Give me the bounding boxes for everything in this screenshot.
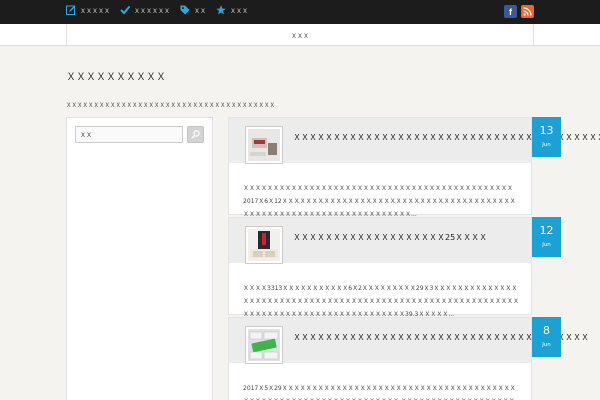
post-date-day: 12 bbox=[539, 224, 554, 237]
post-title[interactable]: ＸＸＸＸＸＸＸＸＸＸＸＸＸＸＸＸＸＸＸ25ＸＸＸＸ bbox=[293, 232, 487, 243]
thumbnail-image bbox=[248, 129, 280, 161]
post-date-badge: 8 Jun bbox=[532, 317, 561, 357]
top-bar: ＸＸＸＸＸ ＸＸＸＸＸＸ ＸＸ ＸＸＸ f bbox=[0, 0, 600, 24]
main-menu-bar: ＸＸＸ bbox=[0, 24, 600, 46]
social-links: f bbox=[504, 5, 534, 18]
tag-icon bbox=[180, 5, 190, 15]
search-button[interactable] bbox=[187, 126, 204, 143]
edit-icon bbox=[66, 5, 76, 15]
post-thumbnail[interactable] bbox=[245, 326, 283, 364]
post-card: ＸＸＸＸＸＸＸＸＸＸＸＸＸＸＸＸＸＸＸＸＸＸＸＸＸＸＸＸＸＸＸＸＸＸＸＸＸＸＸＸ… bbox=[228, 117, 600, 218]
post-card: ＸＸＸＸＸＸＸＸＸＸＸＸＸＸＸＸＸＸＸ25ＸＸＸＸ ＸＸＸＸ3313ＸＸＸＸＸＸ… bbox=[228, 217, 532, 318]
post-date-day: 13 bbox=[539, 124, 554, 137]
page-description: ＸＸＸＸＸＸＸＸＸＸＸＸＸＸＸＸＸＸＸＸＸＸＸＸＸＸＸＸＸＸＸＸＸＸＸＸＸＸ bbox=[66, 103, 276, 109]
page-title: ＸＸＸＸＸＸＸＸＸＸ bbox=[66, 72, 166, 83]
post-date-badge: 13 Jun bbox=[532, 117, 561, 157]
top-nav-item-star[interactable]: ＸＸＸ bbox=[216, 5, 248, 15]
top-nav-label: ＸＸ bbox=[194, 7, 207, 15]
top-nav-item-post[interactable]: ＸＸＸＸＸ bbox=[66, 5, 110, 15]
rss-glyph bbox=[523, 7, 532, 16]
post-date-day: 8 bbox=[543, 324, 550, 337]
star-icon bbox=[216, 5, 226, 15]
facebook-icon[interactable]: f bbox=[504, 5, 517, 18]
search-icon bbox=[191, 130, 200, 139]
sidebar bbox=[66, 117, 213, 400]
post-date-badge: 12 Jun bbox=[532, 217, 561, 257]
post-excerpt: ＸＸＸＸＸＸＸＸＸＸＸＸＸＸＸＸＸＸＸＸＸＸＸＸＸＸＸＸＸＸＸＸＸＸＸＸＸＸＸＸ… bbox=[243, 185, 516, 218]
post-thumbnail[interactable] bbox=[245, 226, 283, 264]
search-input[interactable] bbox=[75, 126, 183, 143]
thumbnail-image bbox=[248, 329, 280, 361]
thumbnail-image bbox=[248, 229, 280, 261]
check-icon bbox=[120, 5, 131, 15]
menu-home-link[interactable]: ＸＸＸ bbox=[291, 31, 309, 40]
post-date-month: Jun bbox=[542, 242, 551, 248]
post-thumbnail[interactable] bbox=[245, 126, 283, 164]
facebook-letter: f bbox=[509, 6, 512, 17]
top-nav-label: ＸＸＸＸＸ bbox=[80, 7, 111, 15]
post-excerpt: ＸＸＸＸ3313ＸＸＸＸＸＸＸＸＸＸＸ6Ｘ2ＸＸＸＸＸＸＸＸＸ29Ｘ3ＸＸＸＸＸ… bbox=[243, 285, 520, 318]
post-excerpt: 2017Ｘ5Ｘ29ＸＸＸＸＸＸＸＸＸＸＸＸＸＸＸＸＸＸＸＸＸＸＸＸＸＸＸＸＸＸＸ… bbox=[243, 385, 516, 400]
post-date-month: Jun bbox=[542, 342, 551, 348]
top-nav-label: ＸＸＸＸＸＸ bbox=[134, 7, 171, 15]
top-nav: ＸＸＸＸＸ ＸＸＸＸＸＸ ＸＸ ＸＸＸ bbox=[66, 5, 248, 15]
top-nav-label: ＸＸＸ bbox=[230, 7, 249, 15]
top-nav-item-tag[interactable]: ＸＸ bbox=[180, 5, 206, 15]
main-menu: ＸＸＸ bbox=[66, 24, 534, 46]
post-date-month: Jun bbox=[542, 142, 551, 148]
top-nav-item-check[interactable]: ＸＸＸＸＸＸ bbox=[120, 5, 170, 15]
rss-icon[interactable] bbox=[521, 5, 534, 18]
post-card: ＸＸＸＸＸＸＸＸＸＸＸＸＸＸＸＸＸＸＸＸＸＸＸＸＸＸＸＸＸＸＸＸＸＸＸＸＸ 20… bbox=[228, 317, 589, 400]
